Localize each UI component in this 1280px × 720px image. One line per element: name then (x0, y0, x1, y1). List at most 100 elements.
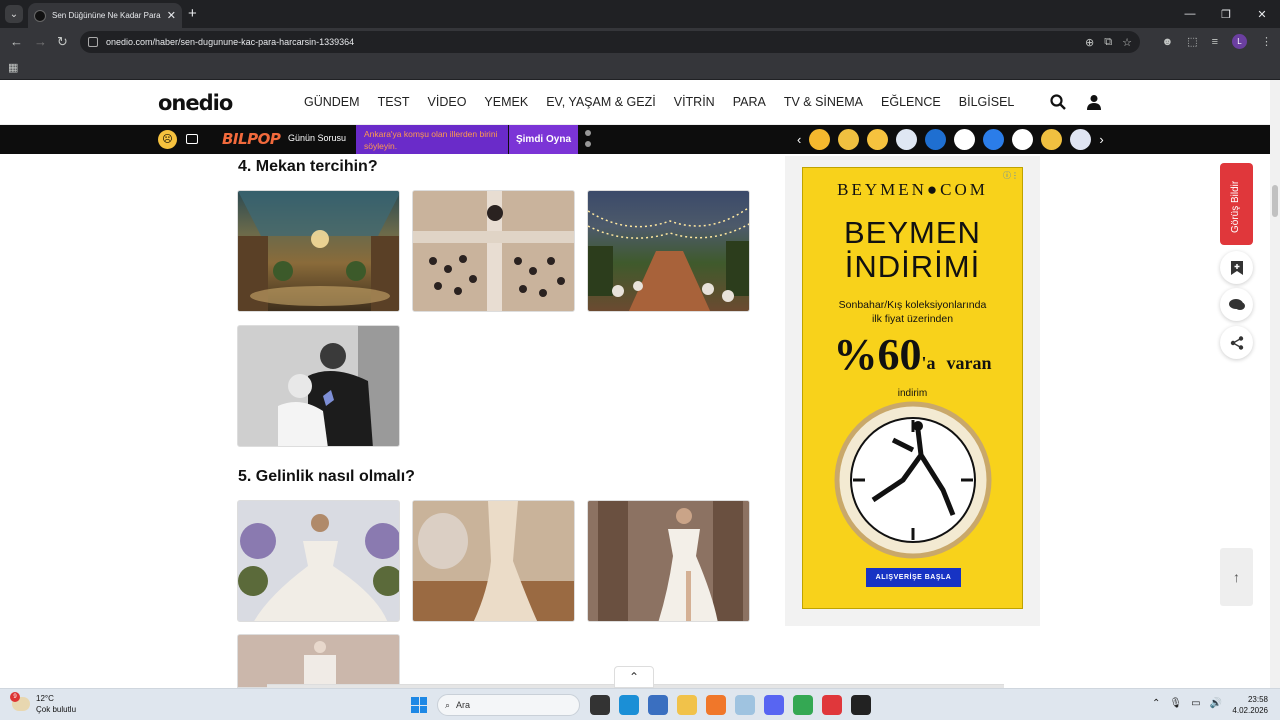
apps-grid-icon[interactable]: ▦ (8, 61, 18, 74)
restore-icon[interactable]: ❐ (1208, 0, 1244, 28)
search-icon[interactable] (1050, 94, 1066, 110)
page-scrollbar[interactable] (1270, 80, 1280, 688)
smile-emoji-icon[interactable] (867, 129, 889, 150)
nav-item-test[interactable]: TEST (378, 95, 410, 109)
game-icon[interactable] (186, 134, 198, 144)
new-tab-plus-icon[interactable]: + (188, 5, 197, 22)
bw-couple-illustration (238, 326, 399, 446)
daily-question-text[interactable]: Ankara'ya komşu olan illerden birini söy… (356, 125, 508, 154)
option-photo-slit-gown[interactable] (587, 500, 750, 622)
ad-headline: BEYMEN İNDİRİMİ (844, 215, 981, 284)
window-close-icon[interactable]: ✕ (1244, 0, 1280, 28)
option-photo-glass-hall[interactable] (237, 190, 400, 312)
ad-cta-button[interactable]: ALIŞVERİŞE BAŞLA (866, 568, 961, 587)
onedio-logo[interactable]: onedio (158, 91, 233, 115)
site-header: onedio GÜNDEM TEST VİDEO YEMEK EV, YAŞAM… (0, 80, 1270, 125)
category-badge-icon[interactable] (896, 129, 918, 150)
store-icon[interactable] (648, 695, 668, 715)
scroll-to-top-arrow-icon[interactable]: ↑ (1220, 548, 1253, 606)
nav-item-video[interactable]: VİDEO (428, 95, 467, 109)
ad-info-icon[interactable]: ⓘ⋮ (1003, 170, 1019, 181)
bookmark-star-icon[interactable]: ☆ (1122, 36, 1132, 49)
microphone-icon[interactable]: 🎙 (1169, 698, 1182, 709)
red-cross-badge-icon[interactable] (954, 129, 976, 150)
active-tab[interactable]: Sen Düğününe Ne Kadar Para Harcarsın? ✕ (28, 3, 182, 28)
comments-icon[interactable] (1220, 288, 1253, 321)
profile-avatar[interactable]: L (1232, 34, 1247, 49)
feedback-button[interactable]: Görüş Bildir (1220, 163, 1253, 245)
scrollbar-thumb[interactable] (1272, 185, 1278, 217)
back-arrow-icon[interactable]: ← (10, 34, 23, 49)
extensions-puzzle-icon[interactable]: ⬚ (1187, 35, 1197, 48)
minimize-icon[interactable]: — (1172, 0, 1208, 28)
nav-item-ev-yasam-gezi[interactable]: EV, YAŞAM & GEZİ (546, 95, 656, 109)
discord-icon[interactable] (764, 695, 784, 715)
desert-wedding-illustration (413, 191, 574, 311)
weather-condition: Çok bulutlu (36, 705, 77, 714)
forward-arrow-icon[interactable]: → (34, 34, 47, 49)
address-bar[interactable]: onedio.com/haber/sen-dugunune-kac-para-h… (80, 31, 1140, 53)
laugh-emoji-icon[interactable] (1041, 129, 1063, 150)
nav-item-eglence[interactable]: EĞLENCE (881, 95, 941, 109)
browser-toolbar: ← → ↻ onedio.com/haber/sen-dugunune-kac-… (0, 28, 1280, 56)
app-dark-icon[interactable] (851, 695, 871, 715)
app-a-icon[interactable] (706, 695, 726, 715)
extension-avatar-icon[interactable]: ☻ (1162, 36, 1174, 48)
nav-item-vitrin[interactable]: VİTRİN (674, 95, 715, 109)
chevron-right-icon[interactable]: › (1099, 132, 1103, 147)
dk-badge-icon[interactable] (1012, 129, 1034, 150)
tab-search-button[interactable]: ⌄ (5, 5, 23, 23)
taskbar-search[interactable]: ⌕ Ara (437, 694, 580, 716)
chevron-up-tray-icon[interactable]: ⌃ (1152, 698, 1160, 709)
section-5-title: 5. Gelinlik nasıl olmalı? (238, 468, 415, 485)
sad-emoji-icon[interactable] (838, 129, 860, 150)
reading-list-icon[interactable]: ≡ (1212, 36, 1218, 48)
close-icon[interactable]: ✕ (167, 9, 176, 22)
bookmark-add-icon[interactable] (1220, 251, 1253, 284)
windows-start-icon[interactable] (411, 697, 427, 713)
option-photo-desert-wedding[interactable] (412, 190, 575, 312)
chrome-icon[interactable] (793, 695, 813, 715)
option-photo-satin-gown[interactable] (412, 500, 575, 622)
chevron-up-icon[interactable]: ⌃ (614, 666, 654, 688)
chevron-left-icon[interactable]: ‹ (797, 132, 801, 147)
ad-discount: %60'a varan (833, 330, 992, 379)
nav-item-yemek[interactable]: YEMEK (484, 95, 528, 109)
app-red-icon[interactable] (822, 695, 842, 715)
zoom-icon[interactable]: ⊕ (1085, 36, 1094, 49)
nav-item-tv-sinema[interactable]: TV & SİNEMA (784, 95, 863, 109)
nav-item-bilgisel[interactable]: BİLGİSEL (959, 95, 1015, 109)
taskbar-apps (590, 695, 871, 715)
volume-icon[interactable]: 🔊 (1210, 698, 1222, 709)
onedio-badge-icon[interactable] (925, 129, 947, 150)
install-app-icon[interactable]: ⧉ (1104, 36, 1112, 49)
nav-item-para[interactable]: PARA (733, 95, 766, 109)
option-photo-garden-dinner[interactable] (587, 190, 750, 312)
share-icon[interactable] (1220, 326, 1253, 359)
site-info-icon[interactable] (88, 37, 98, 47)
blue-badge-icon[interactable] (983, 129, 1005, 150)
carousel-dots[interactable] (585, 130, 591, 147)
play-now-button[interactable]: Şimdi Oyna (509, 125, 578, 154)
settings-icon[interactable] (735, 695, 755, 715)
heart-eyes-emoji-icon[interactable] (809, 129, 831, 150)
smiley-icon[interactable]: ☹ (158, 130, 177, 149)
option-photo-lace-gown[interactable] (237, 500, 400, 622)
bilpop-logo[interactable]: BILPOP (222, 130, 281, 148)
main-nav: GÜNDEM TEST VİDEO YEMEK EV, YAŞAM & GEZİ… (304, 95, 1032, 109)
option-photo-bw-couple[interactable] (237, 325, 400, 447)
user-icon[interactable] (1087, 94, 1101, 110)
uk-flag-icon[interactable] (1070, 129, 1092, 150)
reload-icon[interactable]: ↻ (57, 34, 68, 50)
nav-item-gundem[interactable]: GÜNDEM (304, 95, 360, 109)
option-photo-suit[interactable] (237, 634, 400, 688)
display-icon[interactable]: ▭ (1191, 698, 1200, 709)
beymen-ad[interactable]: ⓘ⋮ BEYMEN●COM BEYMEN İNDİRİMİ Sonbahar/K… (802, 167, 1023, 609)
file-explorer-icon[interactable] (677, 695, 697, 715)
weather-widget[interactable]: 9 12°C Çok bulutlu (10, 692, 77, 715)
url-text[interactable]: onedio.com/haber/sen-dugunune-kac-para-h… (106, 37, 1085, 47)
taskbar-clock[interactable]: 23:58 4.02.2026 (1230, 694, 1268, 716)
edge-icon[interactable] (619, 695, 639, 715)
kebab-menu-icon[interactable]: ⋮ (1261, 35, 1272, 48)
task-view-icon[interactable] (590, 695, 610, 715)
